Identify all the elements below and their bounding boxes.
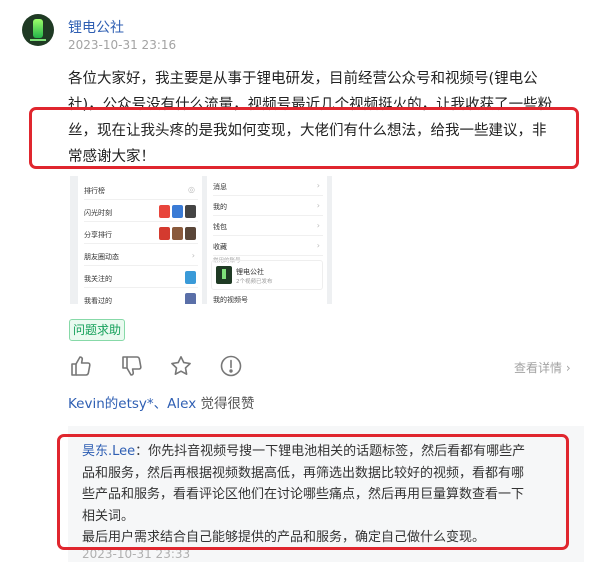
image-account-card: 锂电公社 2个视频已发布 xyxy=(211,260,323,290)
image-account-sub: 2个视频已发布 xyxy=(236,279,273,285)
star-icon[interactable] xyxy=(169,354,193,378)
highlight-box-post xyxy=(29,107,579,169)
post-image[interactable]: 排行榜 ◎ 闪光时刻 分享排行 朋友圈动态 › 我关注的 我看过的 消息 › 我的 › … xyxy=(70,176,332,304)
image-row: 钱包 › xyxy=(213,216,323,236)
topic-tag[interactable]: 问题求助 xyxy=(69,319,126,341)
image-row: 排行榜 ◎ xyxy=(84,180,198,200)
image-account-logo xyxy=(216,266,232,284)
image-row: 消息 › xyxy=(213,176,323,196)
post-line: 各位大家好，我主要是从事于锂电研发，目前经营公众号和视频号(锂电公 xyxy=(68,71,538,87)
likes-line: Kevin的etsy*、Alex 觉得很赞 xyxy=(68,392,255,412)
thumbs-up-icon[interactable] xyxy=(69,354,93,378)
avatar-logo-base xyxy=(30,39,46,41)
likes-suffix: 觉得很赞 xyxy=(196,396,255,412)
report-icon[interactable] xyxy=(219,354,243,378)
image-row: 我关注的 xyxy=(84,268,198,288)
author-name[interactable]: 锂电公社 xyxy=(68,17,124,37)
image-row: 我看过的 xyxy=(84,290,198,304)
image-row: 收藏 › xyxy=(213,236,323,256)
image-panel-right: 消息 › 我的 › 钱包 › 收藏 › 常用的账号 锂电公社 2个视频已发布 我的视频号 xyxy=(207,176,327,304)
image-account-name: 锂电公社 xyxy=(236,268,264,276)
author-avatar[interactable] xyxy=(22,14,54,46)
action-bar xyxy=(0,354,598,380)
thumbs-down-icon[interactable] xyxy=(120,354,144,378)
post-date: 2023-10-31 23:16 xyxy=(68,38,177,52)
image-panel-left: 排行榜 ◎ 闪光时刻 分享排行 朋友圈动态 › 我关注的 我看过的 xyxy=(78,176,202,304)
image-row-bottom: 我的视频号 xyxy=(213,296,248,304)
image-row: 分享排行 xyxy=(84,224,198,244)
view-details-link[interactable]: 查看详情 › xyxy=(514,359,571,376)
image-row: 朋友圈动态 › xyxy=(84,246,198,266)
liked-by-names[interactable]: Kevin的etsy*、Alex xyxy=(68,396,196,412)
highlight-box-comment xyxy=(57,434,569,550)
avatar-logo xyxy=(33,19,43,38)
image-row: 我的 › xyxy=(213,196,323,216)
image-row: 闪光时刻 xyxy=(84,202,198,222)
